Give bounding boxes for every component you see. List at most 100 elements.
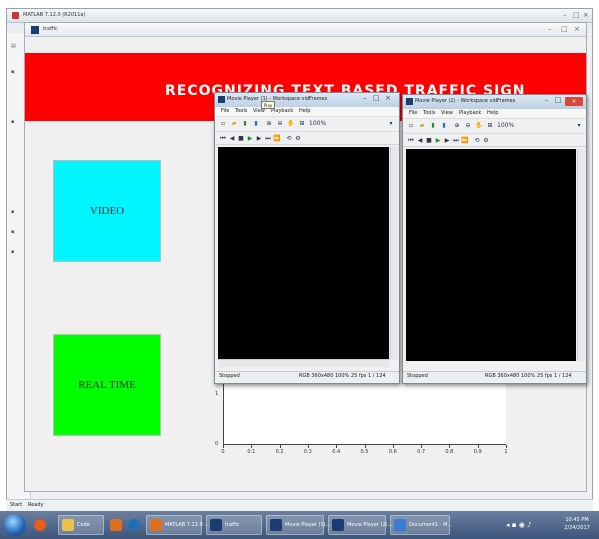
stop-icon[interactable]: ■ (237, 135, 245, 143)
menu-file[interactable]: File (409, 110, 417, 116)
realtime-button[interactable]: REAL TIME (53, 334, 161, 436)
panel-marker-icon: ▪ (11, 229, 15, 235)
taskbar: Code MATLAB 7.12.0 ... traffic Movie Pla… (0, 511, 599, 539)
frame-rate-icon[interactable]: ⚙ (294, 135, 302, 143)
taskbar-item-traffic[interactable]: traffic (206, 515, 262, 535)
matlab-icon[interactable] (110, 519, 122, 531)
x-tick-mark (336, 445, 338, 448)
vertical-scrollbar[interactable] (577, 149, 585, 361)
menu-help[interactable]: Help (299, 108, 310, 114)
taskbar-item-player2[interactable]: Movie Player (2)... (328, 515, 392, 535)
taskbar-label: traffic (225, 522, 240, 528)
matlab-title: MATLAB 7.12.0 (R2011a) (23, 12, 86, 18)
x-tick-label: 0.8 (445, 449, 454, 455)
go-last-icon[interactable]: ⏭ (264, 135, 272, 143)
new-icon[interactable]: ▫ (219, 120, 227, 128)
panel-marker-icon: ▪ (11, 119, 15, 125)
print-icon[interactable]: ▮ (440, 122, 448, 130)
print-icon[interactable]: ▮ (252, 120, 260, 128)
taskbar-item-code[interactable]: Code (58, 515, 104, 535)
player-titlebar[interactable]: Movie Player (2) - Workspace vidFrames –… (403, 95, 586, 109)
taskbar-label: Document1 - M... (409, 522, 453, 528)
x-tick-label: 0.3 (303, 449, 312, 455)
go-first-icon[interactable]: ⏮ (219, 135, 227, 143)
zoom-in-icon[interactable]: ⊕ (265, 120, 273, 128)
chevron-down-icon[interactable]: ▾ (387, 120, 395, 128)
browser-icon[interactable] (34, 519, 46, 531)
maximize-icon[interactable]: □ (561, 25, 568, 33)
folder-icon[interactable]: ▤ (11, 43, 16, 49)
fit-icon[interactable]: ⊞ (486, 122, 494, 130)
close-icon[interactable]: × (583, 11, 589, 19)
loop-icon[interactable]: ⟲ (473, 137, 481, 145)
step-forward-icon[interactable]: ▶ (255, 135, 263, 143)
matlab-icon (406, 98, 413, 105)
go-first-icon[interactable]: ⏮ (407, 137, 415, 145)
maximize-icon[interactable]: □ (373, 94, 380, 102)
fit-icon[interactable]: ⊞ (298, 120, 306, 128)
zoom-level[interactable]: 100% (309, 120, 326, 128)
export-icon[interactable]: ▮ (241, 120, 249, 128)
tray-icons[interactable]: ◂ ▪ ◉ ♪ (506, 521, 532, 529)
menu-tools[interactable]: Tools (423, 110, 435, 116)
pan-icon[interactable]: ✋ (287, 120, 295, 128)
taskbar-item-matlab[interactable]: MATLAB 7.12.0 ... (146, 515, 209, 535)
minimize-icon[interactable]: – (363, 94, 367, 102)
step-back-icon[interactable]: ◀ (228, 135, 236, 143)
jump-icon[interactable]: ⏩ (273, 135, 281, 143)
clock[interactable]: 10:45 PM 2/24/2017 (560, 516, 594, 532)
chevron-down-icon[interactable]: ▾ (575, 122, 583, 130)
status-text: Stopped (407, 373, 428, 379)
taskbar-item-player1[interactable]: Movie Player (1)... (266, 515, 330, 535)
go-last-icon[interactable]: ⏭ (452, 137, 460, 145)
menu-file[interactable]: File (221, 108, 229, 114)
horizontal-scrollbar[interactable] (218, 359, 390, 367)
x-tick-mark (307, 445, 309, 448)
step-forward-icon[interactable]: ▶ (443, 137, 451, 145)
minimize-icon[interactable]: – (563, 11, 567, 19)
new-icon[interactable]: ▫ (407, 122, 415, 130)
minimize-icon[interactable]: – (545, 96, 549, 104)
close-icon[interactable]: × (385, 94, 391, 102)
zoom-level[interactable]: 100% (497, 122, 514, 130)
play-icon[interactable]: ▶ (434, 137, 442, 145)
taskbar-item-document[interactable]: Document1 - M... (390, 515, 453, 535)
x-tick-label: 0.6 (388, 449, 397, 455)
vertical-scrollbar[interactable] (390, 147, 398, 359)
step-back-icon[interactable]: ◀ (416, 137, 424, 145)
zoom-out-icon[interactable]: ⊖ (276, 120, 284, 128)
player-title: Movie Player (1) - Workspace vidFrames (227, 96, 328, 102)
x-tick-mark (364, 445, 366, 448)
player-titlebar[interactable]: Movie Player (1) - Workspace vidFrames –… (215, 93, 399, 107)
menu-playback[interactable]: Playback (459, 110, 481, 116)
y-tick-label: 0 (215, 441, 219, 447)
video-button[interactable]: VIDEO (53, 160, 161, 262)
windows-start-icon[interactable] (4, 514, 26, 536)
play-icon[interactable]: ▶ (246, 135, 254, 143)
word-icon (394, 519, 406, 531)
pan-icon[interactable]: ✋ (475, 122, 483, 130)
figure-icon (210, 519, 222, 531)
media-player-icon[interactable] (128, 519, 140, 531)
menu-help[interactable]: Help (487, 110, 498, 116)
player-menubar: File Tools View Playback Help (403, 109, 586, 119)
zoom-out-icon[interactable]: ⊖ (464, 122, 472, 130)
frame-rate-icon[interactable]: ⚙ (482, 137, 490, 145)
jump-icon[interactable]: ⏩ (461, 137, 469, 145)
maximize-icon[interactable]: □ (573, 11, 580, 19)
open-icon[interactable]: ▰ (418, 122, 426, 130)
maximize-icon[interactable]: □ (555, 96, 562, 104)
stop-icon[interactable]: ■ (425, 137, 433, 145)
open-icon[interactable]: ▰ (230, 120, 238, 128)
panel-marker-icon: ▪ (11, 209, 15, 215)
export-icon[interactable]: ▮ (429, 122, 437, 130)
close-icon[interactable]: × (574, 25, 580, 33)
start-button[interactable]: Start (10, 502, 22, 508)
x-tick-label: 0.4 (332, 449, 341, 455)
zoom-in-icon[interactable]: ⊕ (453, 122, 461, 130)
minimize-icon[interactable]: – (548, 25, 552, 33)
menu-tools[interactable]: Tools (235, 108, 247, 114)
menu-view[interactable]: View (441, 110, 453, 116)
close-icon[interactable]: × (565, 97, 583, 106)
loop-icon[interactable]: ⟲ (285, 135, 293, 143)
